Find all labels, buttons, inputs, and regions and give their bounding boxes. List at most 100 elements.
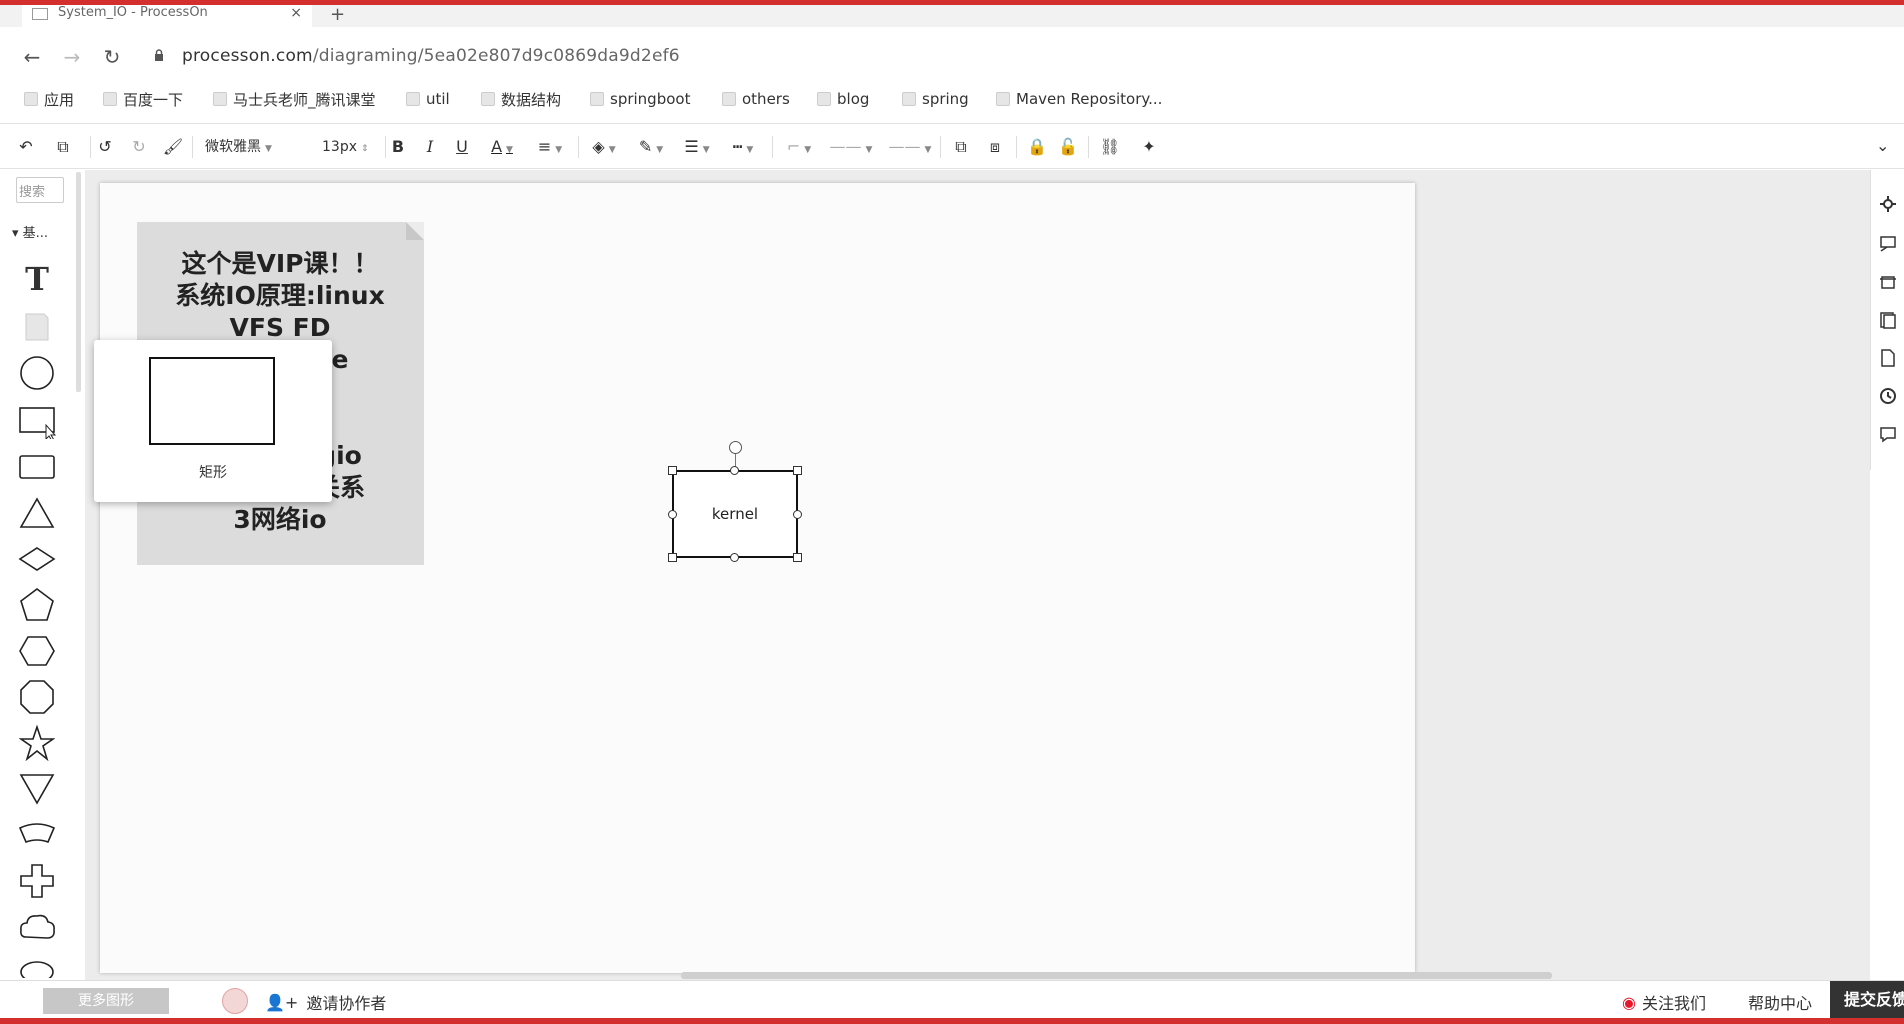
magic-wand-icon[interactable]: ✦ — [1138, 136, 1160, 158]
bookmark-data-structures[interactable]: 数据结构 — [481, 86, 561, 112]
resize-handle-sw[interactable] — [668, 553, 677, 562]
undo-icon[interactable]: ↺ — [94, 136, 116, 158]
ellipse-shape-icon[interactable] — [18, 946, 56, 980]
category-label: 基... — [22, 226, 49, 241]
weibo-icon: ◉ — [1622, 992, 1636, 1012]
rounded-rect-shape-icon[interactable] — [18, 402, 56, 440]
circle-shape-icon[interactable] — [18, 354, 56, 392]
url-field[interactable]: processon.com/diagraming/5ea02e807d9c086… — [182, 46, 680, 66]
resize-handle-s[interactable] — [730, 553, 739, 562]
bookmark-spring[interactable]: spring — [902, 86, 969, 112]
line-style-icon[interactable]: ┅ ▼ — [725, 136, 761, 158]
octagon-shape-icon[interactable] — [18, 678, 56, 716]
toolbar-divider — [385, 136, 386, 158]
resize-handle-w[interactable] — [668, 510, 677, 519]
shape-panel-scrollbar[interactable] — [76, 172, 81, 392]
maven-icon — [996, 92, 1010, 106]
bookmark-blog[interactable]: blog — [817, 86, 869, 112]
cloud-shape-icon[interactable] — [18, 908, 56, 946]
bookmark-tencent-class[interactable]: 马士兵老师_腾讯课堂 — [213, 86, 376, 112]
cross-shape-icon[interactable] — [18, 862, 56, 900]
end-arrow-icon[interactable]: —— ▼ — [885, 136, 935, 158]
navigator-icon[interactable] — [1878, 194, 1898, 214]
connector-type-icon[interactable]: ⌐ ▼ — [782, 136, 816, 158]
undo-back-icon[interactable]: ↶ — [14, 136, 38, 158]
font-color-button[interactable]: A ▼ — [487, 136, 517, 158]
triangle-shape-icon[interactable] — [18, 494, 56, 532]
fill-color-icon[interactable]: ◈ ▼ — [586, 136, 622, 158]
document-icon[interactable] — [1878, 348, 1898, 368]
resize-handle-se[interactable] — [793, 553, 802, 562]
submit-feedback-button[interactable]: 提交反馈 — [1830, 981, 1904, 1019]
kernel-shape[interactable]: kernel — [672, 470, 798, 558]
comment-icon[interactable] — [1878, 424, 1898, 444]
back-button[interactable]: ← — [20, 45, 44, 69]
bookmark-maven[interactable]: Maven Repository... — [996, 86, 1162, 112]
pentagon-shape-icon[interactable] — [18, 586, 56, 624]
format-painter-cut-icon[interactable]: ⧉ — [50, 136, 76, 158]
hexagon-shape-icon[interactable] — [18, 632, 56, 670]
resize-handle-n[interactable] — [730, 466, 739, 475]
text-shape-icon[interactable]: T — [18, 260, 56, 298]
bookmark-label: Maven Repository... — [1016, 90, 1163, 108]
resize-handle-nw[interactable] — [668, 466, 677, 475]
collapse-toolbar-icon[interactable]: ⌄ — [1876, 136, 1889, 155]
redo-icon[interactable]: ↻ — [128, 136, 150, 158]
category-header[interactable]: ▾ 基... — [12, 222, 48, 241]
data-attribute-icon[interactable] — [1878, 272, 1898, 292]
note-shape-icon[interactable] — [18, 308, 56, 346]
bold-button[interactable]: B — [390, 136, 406, 158]
line-width-icon[interactable]: ☰ ▼ — [680, 136, 714, 158]
rotate-handle[interactable] — [729, 441, 742, 454]
font-color-label: A — [491, 137, 503, 156]
more-shapes-button[interactable]: 更多图形 — [43, 988, 169, 1014]
bookmark-springboot[interactable]: springboot — [590, 86, 690, 112]
page-style-icon[interactable] — [1878, 234, 1898, 254]
invite-collaborator-button[interactable]: 👤+ 邀请协作者 — [265, 990, 386, 1014]
shape-search-input[interactable]: 搜索 — [16, 177, 64, 203]
text-align-button[interactable]: ≡ ▼ — [533, 136, 567, 158]
new-tab-button[interactable]: + — [330, 6, 345, 24]
help-center-link[interactable]: 帮助中心 — [1748, 990, 1812, 1014]
chevron-down-icon: ▼ — [608, 145, 616, 155]
line-color-icon[interactable]: ✎ ▼ — [633, 136, 669, 158]
processon-favicon-icon — [32, 8, 48, 20]
font-size-select[interactable]: 13px ⇕ — [322, 136, 378, 158]
folder-icon — [406, 92, 420, 106]
font-family-select[interactable]: 微软雅黑 ▼ — [205, 136, 300, 158]
format-brush-icon[interactable]: 🖌 — [162, 136, 184, 158]
link-icon[interactable]: ⛓ — [1097, 136, 1123, 158]
reload-button[interactable]: ↻ — [100, 45, 124, 69]
bookmark-baidu[interactable]: 百度一下 — [103, 86, 183, 112]
forward-button[interactable]: → — [60, 45, 84, 69]
start-arrow-icon[interactable]: —— ▼ — [826, 136, 876, 158]
bookmark-util[interactable]: util — [406, 86, 450, 112]
underline-button[interactable]: U — [454, 136, 470, 158]
bookmark-apps[interactable]: 应用 — [24, 86, 74, 112]
bookmark-others[interactable]: others — [722, 86, 790, 112]
apps-grid-icon — [24, 92, 38, 106]
folder-icon — [902, 92, 916, 106]
lock-shape-icon[interactable]: 🔒 — [1027, 136, 1047, 158]
diamond-shape-icon[interactable] — [18, 540, 56, 578]
follow-us-link[interactable]: ◉ 关注我们 — [1622, 990, 1706, 1014]
note-fold-corner — [406, 222, 424, 240]
toolbar-divider — [578, 136, 579, 158]
close-tab-icon[interactable]: × — [290, 5, 302, 21]
unlock-shape-icon[interactable]: 🔓 — [1058, 136, 1078, 158]
avatar[interactable] — [222, 988, 248, 1014]
browser-tab[interactable]: System_IO - ProcessOn × — [22, 5, 312, 27]
resize-handle-ne[interactable] — [793, 466, 802, 475]
italic-button[interactable]: I — [422, 136, 438, 158]
inverted-triangle-shape-icon[interactable] — [18, 770, 56, 808]
history-icon[interactable] — [1878, 386, 1898, 406]
bring-front-icon[interactable]: ⧉ — [950, 136, 972, 158]
send-back-icon[interactable]: ⧈ — [984, 136, 1006, 158]
multi-page-icon[interactable] — [1878, 310, 1898, 330]
invite-label: 邀请协作者 — [306, 994, 387, 1013]
resize-handle-e[interactable] — [793, 510, 802, 519]
horizontal-scrollbar[interactable] — [681, 972, 1552, 979]
arc-shape-icon[interactable] — [18, 816, 56, 854]
star-shape-icon[interactable] — [18, 724, 56, 762]
rectangle-shape-icon[interactable] — [18, 448, 56, 486]
